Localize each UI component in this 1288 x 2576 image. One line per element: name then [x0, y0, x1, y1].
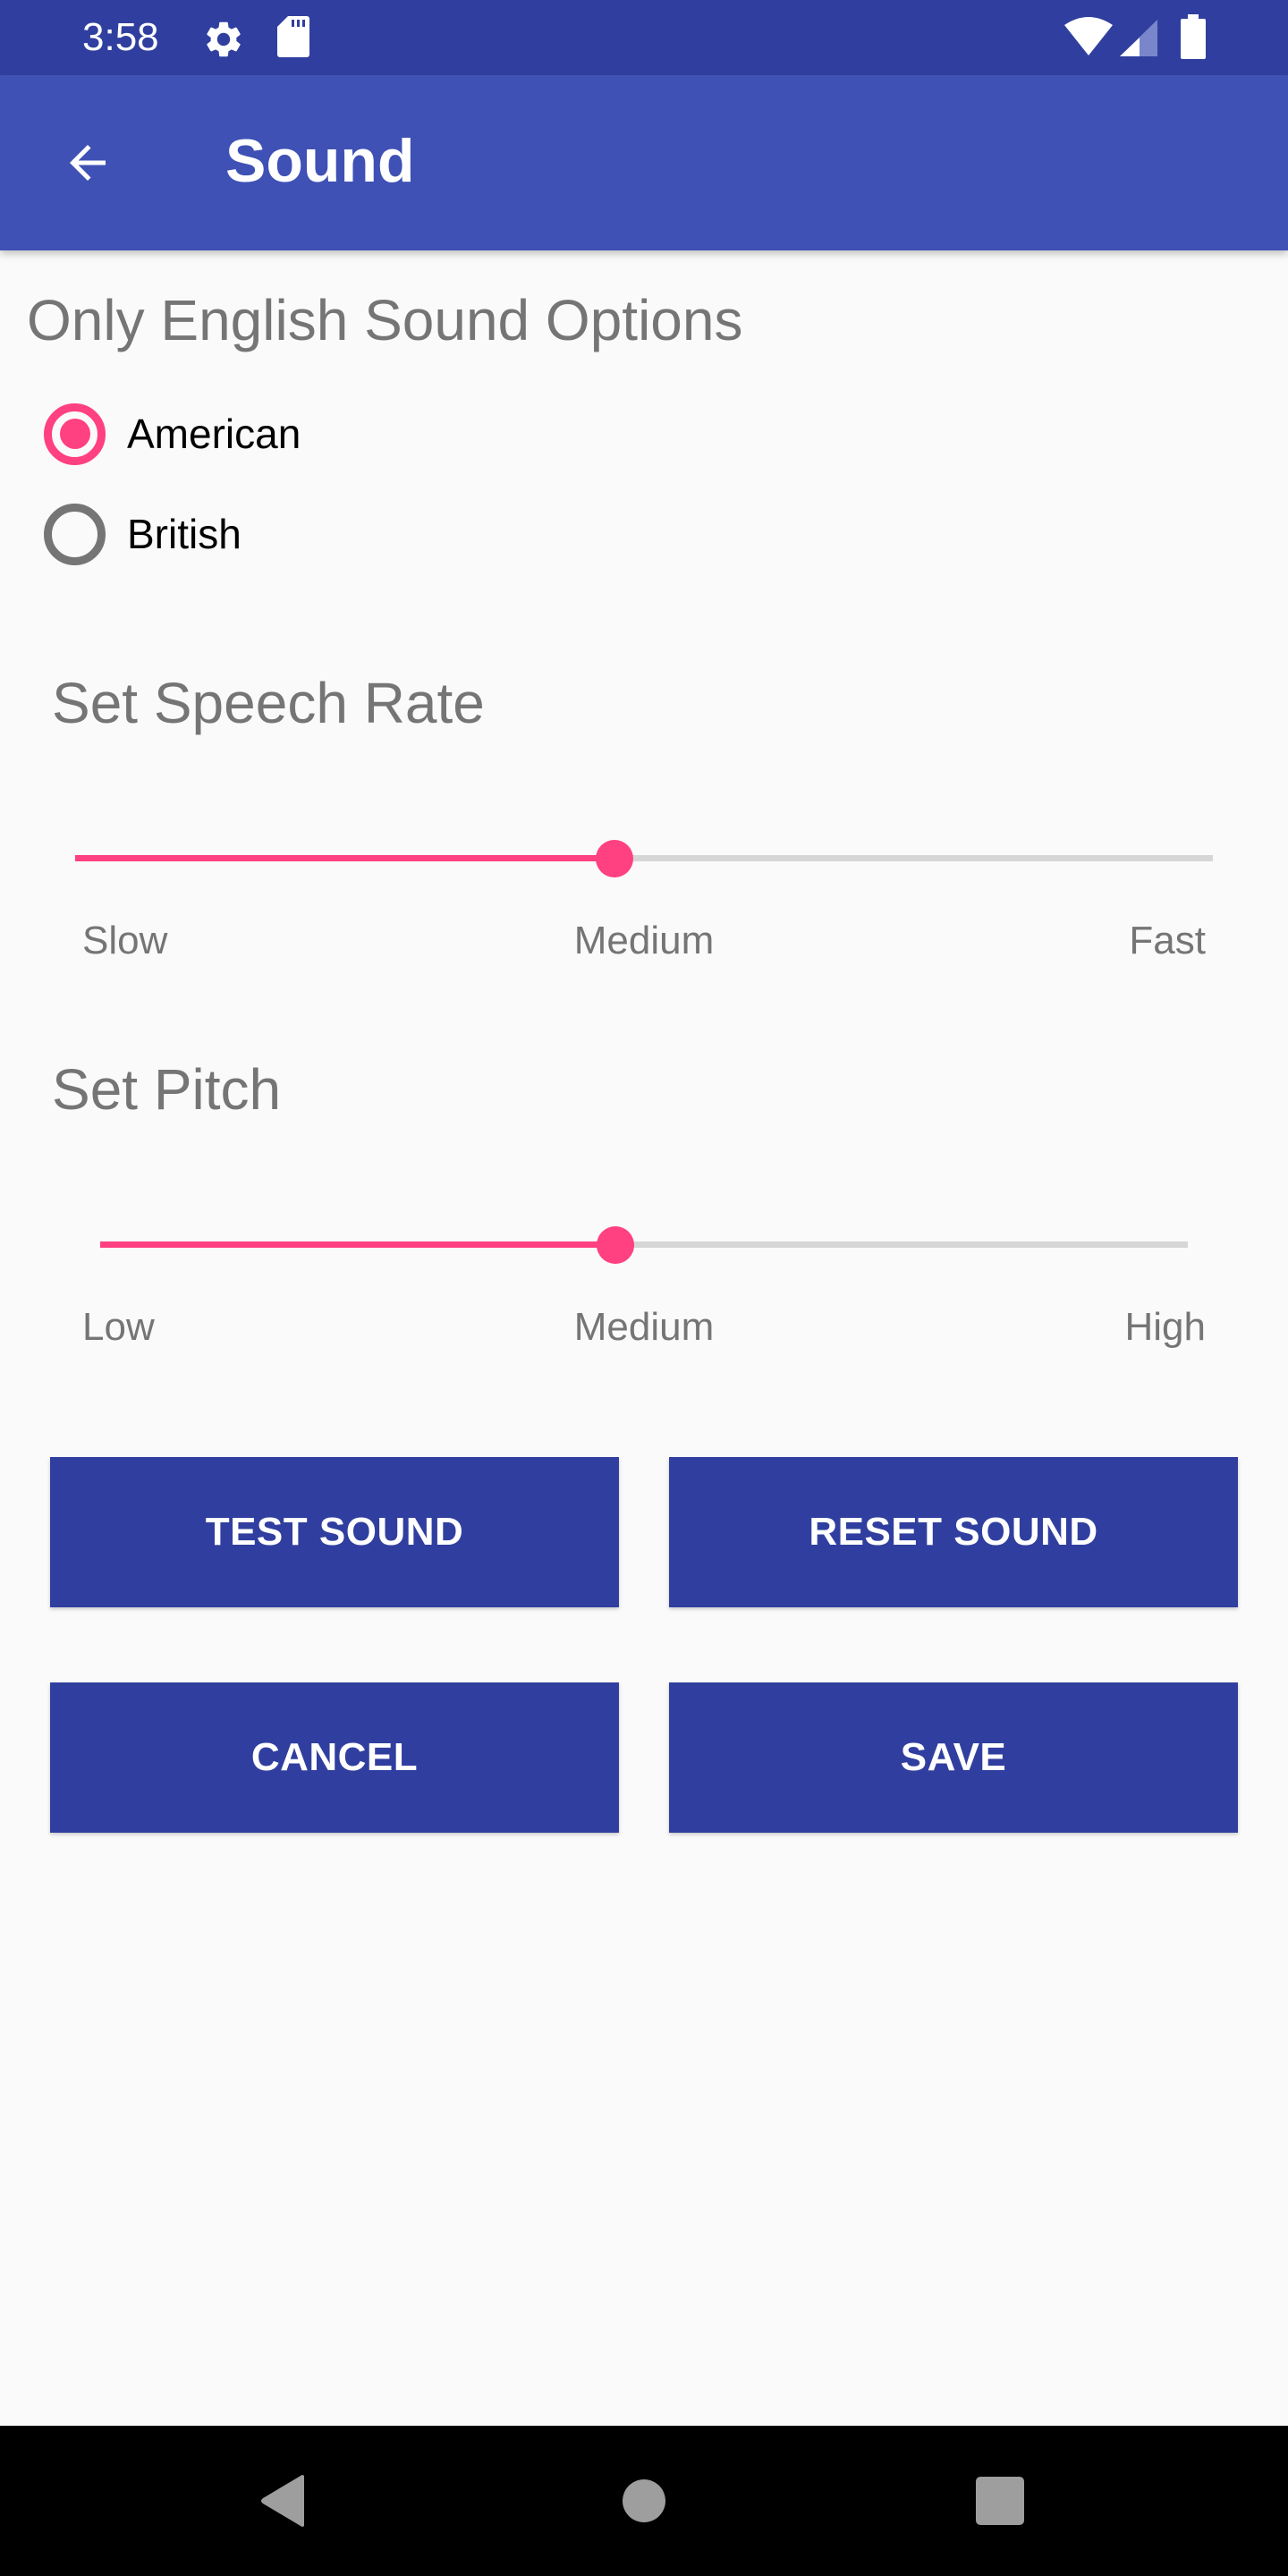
navigation-bar	[0, 2426, 1288, 2576]
pitch-title: Set Pitch	[52, 1057, 282, 1122]
slider-thumb[interactable]	[595, 840, 633, 877]
test-sound-button[interactable]: TEST SOUND	[50, 1457, 619, 1607]
slider-fill	[100, 1241, 616, 1248]
nav-back-icon	[261, 2475, 304, 2527]
speech-rate-title: Set Speech Rate	[52, 671, 485, 735]
speech-rate-label-slow: Slow	[82, 919, 168, 962]
speech-rate-slider[interactable]	[75, 831, 1213, 885]
speech-rate-label-fast: Fast	[1129, 919, 1206, 962]
nav-recents-icon	[976, 2477, 1024, 2525]
pitch-label-low: Low	[82, 1305, 155, 1349]
nav-home-button[interactable]	[604, 2465, 684, 2537]
status-bar: 3:58	[0, 0, 1288, 75]
wifi-icon	[1064, 17, 1113, 55]
sound-options-title: Only English Sound Options	[27, 288, 743, 352]
nav-recents-button[interactable]	[960, 2465, 1040, 2537]
radio-american[interactable]: American	[36, 394, 301, 474]
slider-thumb[interactable]	[597, 1226, 635, 1264]
page-title: Sound	[225, 127, 415, 195]
pitch-label-medium: Medium	[573, 1305, 715, 1349]
battery-icon	[1181, 14, 1206, 59]
back-button[interactable]	[47, 122, 129, 204]
speech-rate-label-medium: Medium	[573, 919, 715, 962]
app-bar: Sound	[0, 75, 1288, 250]
sd-card-icon	[277, 16, 309, 57]
radio-checked-icon[interactable]	[44, 402, 106, 465]
radio-unchecked-icon[interactable]	[44, 503, 106, 565]
reset-sound-button[interactable]: RESET SOUND	[669, 1457, 1238, 1607]
pitch-label-high: High	[1124, 1305, 1207, 1349]
cell-signal-icon	[1120, 20, 1157, 56]
settings-gear-icon	[207, 21, 241, 57]
slider-fill	[75, 855, 614, 861]
nav-home-icon	[623, 2479, 665, 2522]
save-button[interactable]: SAVE	[669, 1682, 1238, 1833]
arrow-back-icon	[70, 145, 106, 181]
cancel-button[interactable]: CANCEL	[50, 1682, 619, 1833]
status-time: 3:58	[82, 15, 159, 59]
pitch-slider[interactable]	[100, 1217, 1188, 1271]
radio-british[interactable]: British	[36, 494, 242, 574]
nav-back-button[interactable]	[244, 2465, 325, 2537]
radio-label: American	[127, 411, 301, 457]
radio-label: British	[127, 511, 242, 557]
